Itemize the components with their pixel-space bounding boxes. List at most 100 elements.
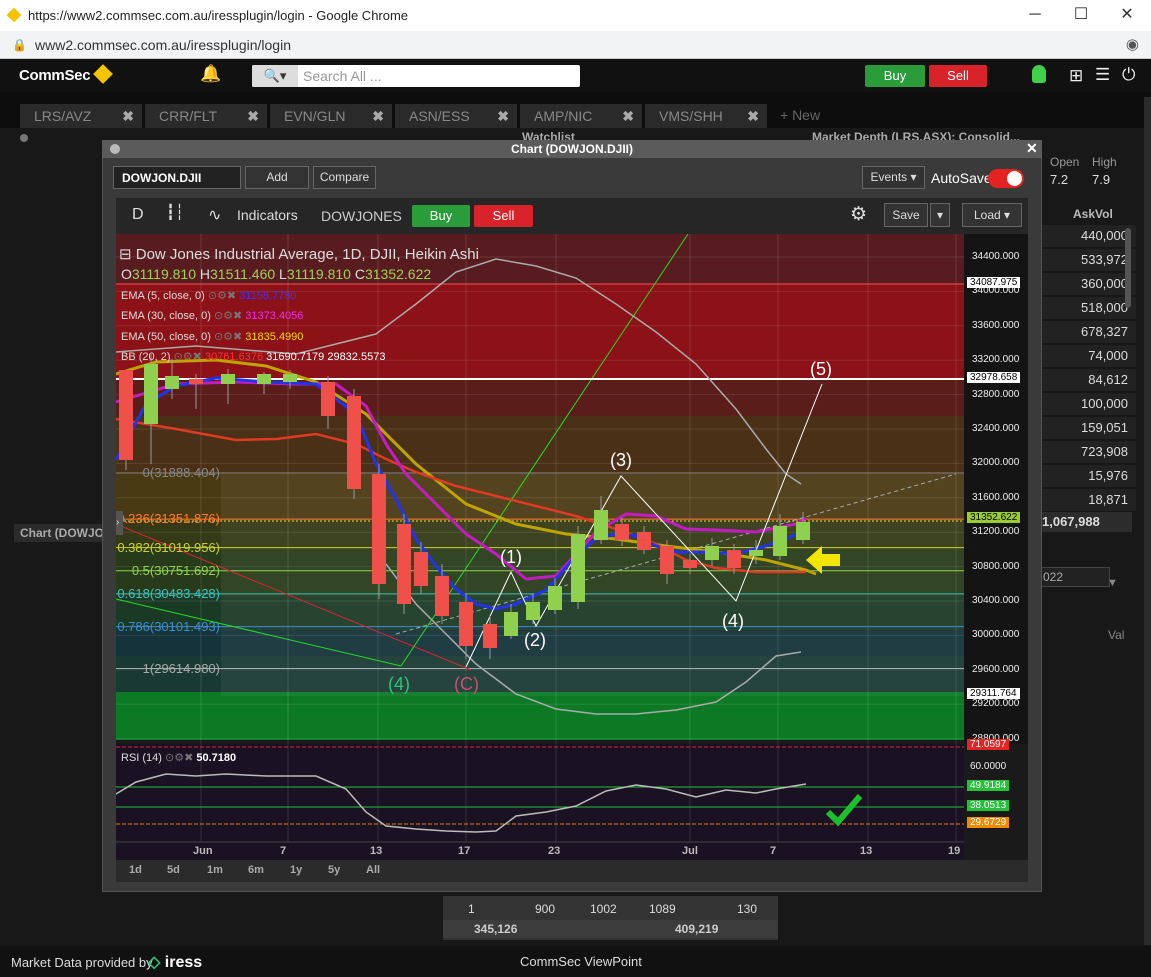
chart-canvas[interactable] — [116, 234, 1028, 860]
period-6m-button[interactable]: 6m — [248, 864, 264, 876]
period-selector: 1d 5d 1m 6m 1y 5y All — [116, 860, 1028, 882]
candle-type-icon[interactable]: ┇┆ — [166, 203, 184, 221]
search-icon[interactable]: 🔍▾ — [252, 65, 298, 87]
price-chart[interactable]: ⊟ Dow Jones Industrial Average, 1D, DJII… — [116, 234, 1028, 860]
settings-gear-icon[interactable]: ⚙ — [850, 203, 867, 226]
interval-button[interactable]: D — [132, 206, 144, 224]
time-axis-label: Jul — [682, 845, 698, 857]
header-buy-button[interactable]: Buy — [865, 65, 925, 87]
indicator-bb[interactable]: BB (20, 2) ⊙⚙✖ 30761.6376 31690.7179 298… — [121, 350, 385, 363]
save-button[interactable]: Save — [884, 203, 928, 227]
save-dropdown-icon[interactable]: ▾ — [930, 203, 950, 227]
candle — [548, 586, 562, 610]
close-tab-icon[interactable]: ✖ — [122, 104, 134, 128]
scrollbar-thumb[interactable] — [1125, 228, 1131, 308]
lightbulb-icon[interactable] — [1032, 65, 1046, 83]
candle — [483, 624, 497, 648]
fib-label: 0.618(30483.428) — [117, 585, 220, 601]
iress-logo-text: iress — [164, 954, 203, 971]
commsec-logo: CommSec — [19, 64, 114, 84]
add-icon[interactable]: ⊞ — [1069, 66, 1083, 86]
symbol-input[interactable]: DOWJON.DJII — [113, 166, 241, 189]
rsi-legend[interactable]: RSI (14) ⊙⚙✖ 50.7180 — [121, 751, 236, 764]
browser-title-bar: https://www2.commsec.com.au/iressplugin/… — [0, 0, 1151, 31]
dropdown-icon[interactable]: ▼ — [1107, 577, 1118, 589]
chart-title: ⊟ Dow Jones Industrial Average, 1D, DJII… — [119, 246, 479, 263]
tab-lrs-avz[interactable]: LRS/AVZ ✖ — [20, 104, 142, 128]
indicator-value: 30761.6376 — [204, 351, 264, 363]
compare-button[interactable]: Compare — [313, 166, 376, 189]
search-input[interactable] — [252, 65, 580, 87]
tab-amp-nic[interactable]: AMP/NIC ✖ — [520, 104, 642, 128]
close-window-button[interactable]: ✕ — [1104, 4, 1150, 28]
close-tab-icon[interactable]: ✖ — [497, 104, 509, 128]
load-dropdown[interactable]: Load ▾ — [962, 203, 1022, 227]
add-button[interactable]: Add — [245, 166, 309, 189]
tab-crr-flt[interactable]: CRR/FLT ✖ — [145, 104, 267, 128]
price-tag: 31352.622 — [967, 512, 1021, 524]
price-axis-label: 32800.000 — [972, 388, 1020, 400]
autosave-toggle[interactable] — [988, 169, 1024, 188]
indicators-button[interactable]: Indicators — [237, 207, 298, 223]
period-5y-button[interactable]: 5y — [328, 864, 340, 876]
indicators-icon[interactable]: ∿ — [208, 205, 221, 225]
collapse-panel-handle[interactable]: › — [116, 511, 123, 535]
candle — [165, 376, 179, 389]
eye-icon[interactable]: ◉ — [1126, 35, 1139, 53]
close-modal-button[interactable]: ✕ — [1026, 140, 1038, 157]
close-tab-icon[interactable]: ✖ — [622, 104, 634, 128]
indicator-ema50[interactable]: EMA (50, close, 0) ⊙⚙✖ 31835.4990 — [121, 330, 303, 343]
time-axis-label: 23 — [548, 845, 561, 857]
logo-text: CommSec — [19, 67, 91, 84]
chart-buy-button[interactable]: Buy — [412, 205, 470, 227]
indicator-ema5[interactable]: EMA (5, close, 0) ⊙⚙✖ 31158.7780 — [121, 289, 297, 302]
page-scrollbar[interactable] — [1144, 97, 1151, 945]
chart-sell-button[interactable]: Sell — [474, 205, 533, 227]
askvol-cell: 84,612 — [1040, 369, 1136, 391]
period-1m-button[interactable]: 1m — [207, 864, 223, 876]
indicator-value-lower: 29832.5573 — [327, 351, 386, 363]
table-cell: 409,219 — [675, 922, 719, 936]
events-dropdown[interactable]: Events ▾ — [862, 166, 925, 189]
menu-icon[interactable]: ☰ — [1095, 65, 1110, 85]
maximize-button[interactable]: ☐ — [1058, 4, 1104, 28]
price-axis-label: 31600.000 — [972, 491, 1020, 503]
indicator-ema30[interactable]: EMA (30, close, 0) ⊙⚙✖ 31373.4056 — [121, 309, 303, 322]
indicator-label: EMA (50, close, 0) — [121, 331, 211, 343]
period-1y-button[interactable]: 1y — [290, 864, 302, 876]
close-tab-icon[interactable]: ✖ — [747, 104, 759, 128]
price-axis-label: 32400.000 — [972, 423, 1020, 434]
date-picker[interactable]: 022 — [1040, 567, 1110, 587]
fib-label: 0.382(31019.956) — [117, 539, 220, 555]
askvol-cell: 159,051 — [1040, 417, 1136, 439]
period-1d-button[interactable]: 1d — [129, 864, 142, 876]
bell-icon[interactable]: 🔔 — [200, 64, 221, 84]
candle — [749, 550, 763, 556]
tab-asn-ess[interactable]: ASN/ESS ✖ — [395, 104, 517, 128]
chart-modal-title[interactable]: Chart (DOWJON.DJII) — [102, 140, 1042, 158]
price-axis-label: 34400.000 — [972, 251, 1020, 262]
candle — [283, 374, 297, 382]
close-tab-icon[interactable]: ✖ — [247, 104, 259, 128]
panel-dot-icon — [20, 134, 28, 142]
indicator-label: EMA (5, close, 0) — [121, 290, 205, 302]
minimize-button[interactable]: ─ — [1012, 4, 1058, 28]
period-all-button[interactable]: All — [366, 864, 380, 876]
iress-logo: ◇ iress — [148, 952, 202, 972]
new-tab-button[interactable]: + New — [780, 107, 820, 123]
candle — [119, 370, 133, 460]
data-provider-text: Market Data provided by — [11, 955, 153, 970]
time-axis-label: 13 — [860, 845, 873, 857]
url-text[interactable]: www2.commsec.com.au/iressplugin/login — [35, 37, 291, 53]
ohlc-low: 31119.810 — [286, 266, 351, 282]
close-tab-icon[interactable]: ✖ — [372, 104, 384, 128]
price-tag: 34087.975 — [967, 276, 1021, 288]
tab-vms-shh[interactable]: VMS/SHH ✖ — [645, 104, 767, 128]
time-axis-label: 19 — [948, 845, 961, 857]
period-5d-button[interactable]: 5d — [167, 864, 180, 876]
address-bar[interactable]: 🔒 www2.commsec.com.au/iressplugin/login … — [0, 31, 1151, 59]
tab-evn-gln[interactable]: EVN/GLN ✖ — [270, 104, 392, 128]
minimized-chart-tab[interactable]: Chart (DOWJO — [14, 524, 102, 542]
header-sell-button[interactable]: Sell — [929, 65, 987, 87]
power-icon[interactable]: ⏻ — [1122, 65, 1135, 85]
